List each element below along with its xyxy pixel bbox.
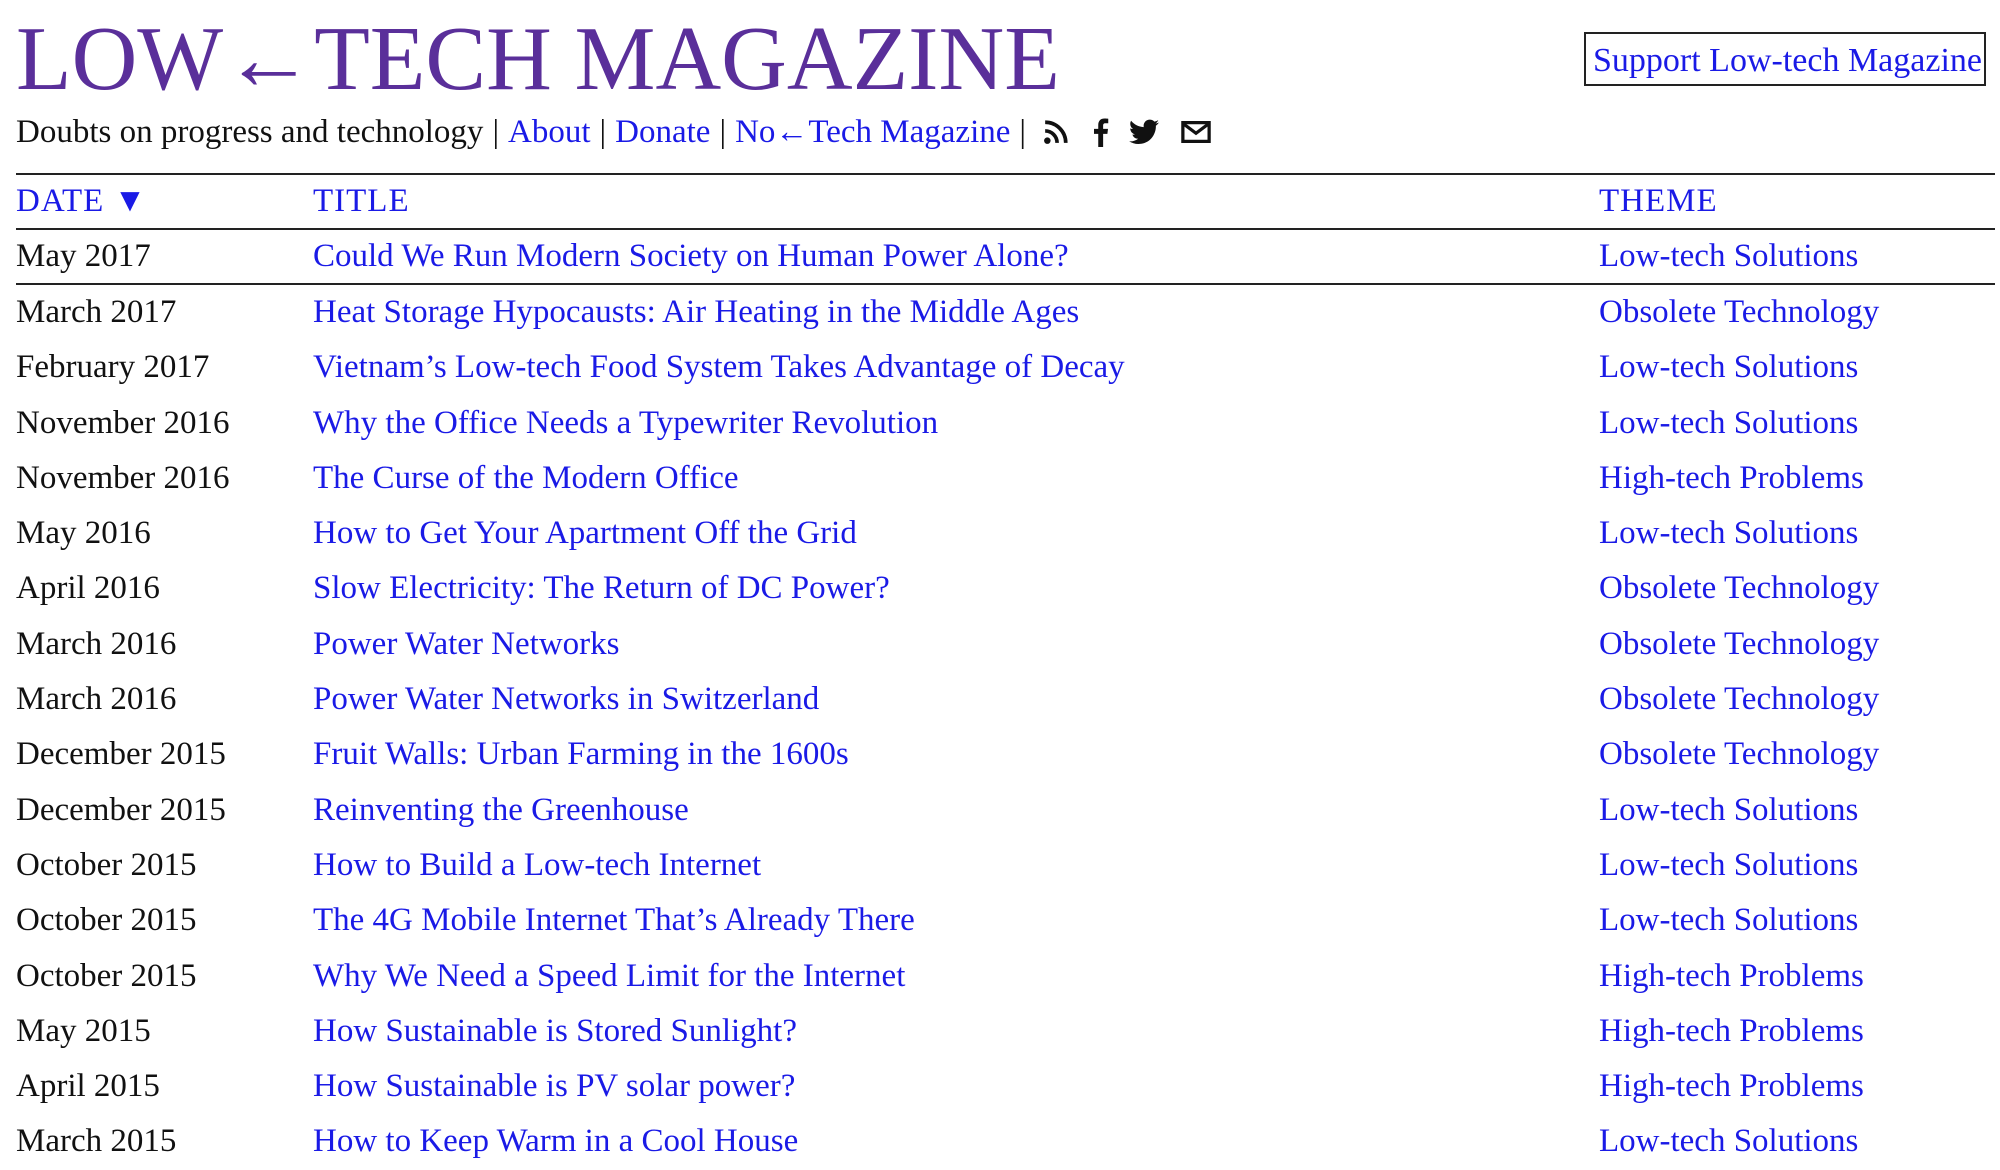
table-row: November 2016 The Curse of the Modern Off… [16,451,1995,506]
article-title-link[interactable]: Vietnam’s Low-tech Food System Takes Adv… [313,340,1125,395]
article-date: December 2015 [16,791,226,828]
article-title-link[interactable]: Slow Electricity: The Return of DC Power… [313,561,890,616]
rss-icon[interactable] [1039,115,1073,149]
article-date: October 2015 [16,846,197,883]
article-date: May 2017 [16,238,151,274]
table-row: May 2016 How to Get Your Apartment Off th… [16,506,1995,561]
article-theme-link[interactable]: Low-tech Solutions [1599,340,1858,395]
article-date: March 2016 [16,625,177,662]
article-title-link[interactable]: Could We Run Modern Society on Human Pow… [313,230,1069,283]
support-button[interactable]: Support Low-tech Magazine [1584,32,1986,86]
article-date: May 2016 [16,515,151,552]
article-date: October 2015 [16,902,197,939]
table-header-row: DATE ▼ TITLE THEME [16,175,1995,230]
article-theme-link[interactable]: High-tech Problems [1599,1004,1864,1059]
article-theme-link[interactable]: Low-tech Solutions [1599,506,1858,561]
mail-icon[interactable] [1179,115,1213,149]
article-date: March 2017 [16,294,177,330]
article-theme-link[interactable]: High-tech Problems [1599,451,1864,506]
donate-link[interactable]: Donate [615,114,710,151]
article-title-link[interactable]: How to Get Your Apartment Off the Grid [313,506,857,561]
article-theme-link[interactable]: Low-tech Solutions [1599,893,1858,948]
article-date: May 2015 [16,1012,151,1049]
table-body: May 2017 Could We Run Modern Society on H… [16,230,1995,1170]
nav-separator: | [719,113,727,150]
nav-separator: | [492,113,500,150]
article-title-link[interactable]: Heat Storage Hypocausts: Air Heating in … [313,285,1079,340]
article-theme-link[interactable]: Low-tech Solutions [1599,783,1858,838]
table-row: November 2016 Why the Office Needs a Type… [16,396,1995,451]
no-tech-magazine-link[interactable]: No←Tech Magazine [735,114,1010,151]
article-theme-link[interactable]: Low-tech Solutions [1599,1114,1858,1169]
article-title-link[interactable]: Power Water Networks in Switzerland [313,672,819,727]
table-row: March 2017 Heat Storage Hypocausts: Air H… [16,285,1995,340]
article-title-link[interactable]: Why the Office Needs a Typewriter Revolu… [313,396,938,451]
facebook-icon[interactable] [1083,115,1117,149]
table-row: February 2017 Vietnam’s Low-tech Food Sys… [16,340,1995,395]
social-links [1039,115,1223,149]
about-link[interactable]: About [508,114,591,151]
table-row: May 2017 Could We Run Modern Society on H… [16,230,1995,285]
theme-column-header[interactable]: THEME [1599,175,1718,228]
twitter-icon[interactable] [1127,115,1161,149]
table-row: March 2015 How to Keep Warm in a Cool Hou… [16,1114,1995,1169]
article-date: March 2016 [16,681,177,718]
title-column-header[interactable]: TITLE [313,175,410,228]
article-date: April 2016 [16,570,160,607]
nav-separator: | [1019,113,1026,150]
tagline: Doubts on progress and technology [16,113,484,150]
table-row: October 2015 How to Build a Low-tech Inte… [16,838,1995,893]
date-column-header[interactable]: DATE ▼ [16,175,147,228]
article-table: DATE ▼ TITLE THEME May 2017 Could We Run … [16,173,1995,1170]
article-title-link[interactable]: The Curse of the Modern Office [313,451,739,506]
article-theme-link[interactable]: Low-tech Solutions [1599,230,1858,283]
article-title-link[interactable]: How Sustainable is Stored Sunlight? [313,1004,797,1059]
article-theme-link[interactable]: High-tech Problems [1599,1059,1864,1114]
article-theme-link[interactable]: Low-tech Solutions [1599,838,1858,893]
table-row: May 2015 How Sustainable is Stored Sunlig… [16,1004,1995,1059]
table-row: December 2015 Fruit Walls: Urban Farming … [16,727,1995,782]
article-theme-link[interactable]: Low-tech Solutions [1599,396,1858,451]
table-row: March 2016 Power Water Networks Obsolete T… [16,617,1995,672]
article-title-link[interactable]: Fruit Walls: Urban Farming in the 1600s [313,727,849,782]
article-theme-link[interactable]: Obsolete Technology [1599,617,1879,672]
article-title-link[interactable]: How to Keep Warm in a Cool House [313,1114,798,1169]
article-title-link[interactable]: Power Water Networks [313,617,620,672]
article-title-link[interactable]: Why We Need a Speed Limit for the Intern… [313,949,905,1004]
article-theme-link[interactable]: Obsolete Technology [1599,561,1879,616]
article-theme-link[interactable]: Obsolete Technology [1599,672,1879,727]
table-row: March 2016 Power Water Networks in Switze… [16,672,1995,727]
article-date: December 2015 [16,736,226,773]
article-title-link[interactable]: The 4G Mobile Internet That’s Already Th… [313,893,915,948]
article-date: November 2016 [16,459,230,496]
table-row: October 2015 Why We Need a Speed Limit fo… [16,949,1995,1004]
table-row: April 2016 Slow Electricity: The Return o… [16,561,1995,616]
article-title-link[interactable]: Reinventing the Greenhouse [313,783,689,838]
tagline-nav: Doubts on progress and technology | Abou… [16,108,1223,156]
article-date: November 2016 [16,404,230,441]
article-date: October 2015 [16,957,197,994]
article-title-link[interactable]: How Sustainable is PV solar power? [313,1059,795,1114]
article-date: April 2015 [16,1068,160,1105]
table-row: December 2015 Reinventing the Greenhouse L… [16,783,1995,838]
article-date: March 2015 [16,1123,177,1160]
nav-separator: | [599,113,607,150]
article-title-link[interactable]: How to Build a Low-tech Internet [313,838,761,893]
article-theme-link[interactable]: Obsolete Technology [1599,727,1879,782]
article-theme-link[interactable]: High-tech Problems [1599,949,1864,1004]
site-title[interactable]: LOW←TECH MAGAZINE [16,13,1060,104]
table-row: April 2015 How Sustainable is PV solar po… [16,1059,1995,1114]
article-theme-link[interactable]: Obsolete Technology [1599,285,1879,340]
table-row: October 2015 The 4G Mobile Internet That’… [16,893,1995,948]
article-date: February 2017 [16,349,210,386]
